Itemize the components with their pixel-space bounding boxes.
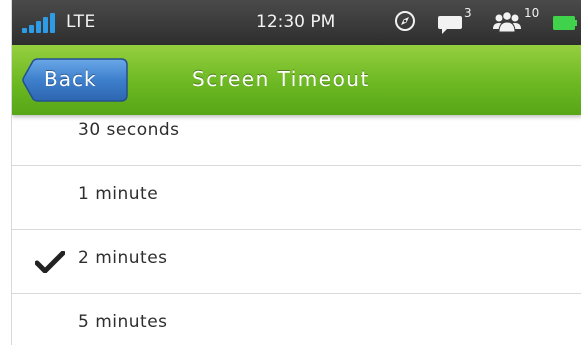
- checkmark-icon: [35, 251, 65, 273]
- option-label: 5 minutes: [78, 312, 168, 332]
- status-time: 12:30 PM: [256, 12, 336, 32]
- battery-icon: [553, 16, 577, 30]
- chat-count-badge: 3: [464, 6, 472, 20]
- option-2-minutes[interactable]: 2 minutes: [12, 230, 581, 294]
- option-label: 1 minute: [78, 184, 159, 204]
- people-group-icon: [493, 11, 521, 33]
- status-bar: LTE 12:30 PM 3 10: [12, 0, 581, 45]
- signal-strength-icon: [22, 13, 66, 33]
- page-title: Screen Timeout: [192, 67, 370, 91]
- timeout-options-list: 30 seconds 1 minute 2 minutes 5 minutes: [12, 102, 581, 345]
- phone-screen: LTE 12:30 PM 3 10 Back Screen Timeout 30…: [11, 0, 581, 345]
- option-1-minute[interactable]: 1 minute: [12, 166, 581, 230]
- back-button[interactable]: Back: [22, 58, 128, 102]
- option-label: 30 seconds: [78, 120, 180, 140]
- option-5-minutes[interactable]: 5 minutes: [12, 294, 581, 345]
- back-button-label: Back: [44, 67, 97, 91]
- people-count-badge: 10: [524, 6, 540, 20]
- compass-icon: [395, 11, 415, 31]
- chat-bubble-icon: [438, 16, 462, 34]
- network-type: LTE: [66, 12, 96, 32]
- title-bar: Back Screen Timeout: [12, 45, 581, 115]
- option-label: 2 minutes: [78, 248, 168, 268]
